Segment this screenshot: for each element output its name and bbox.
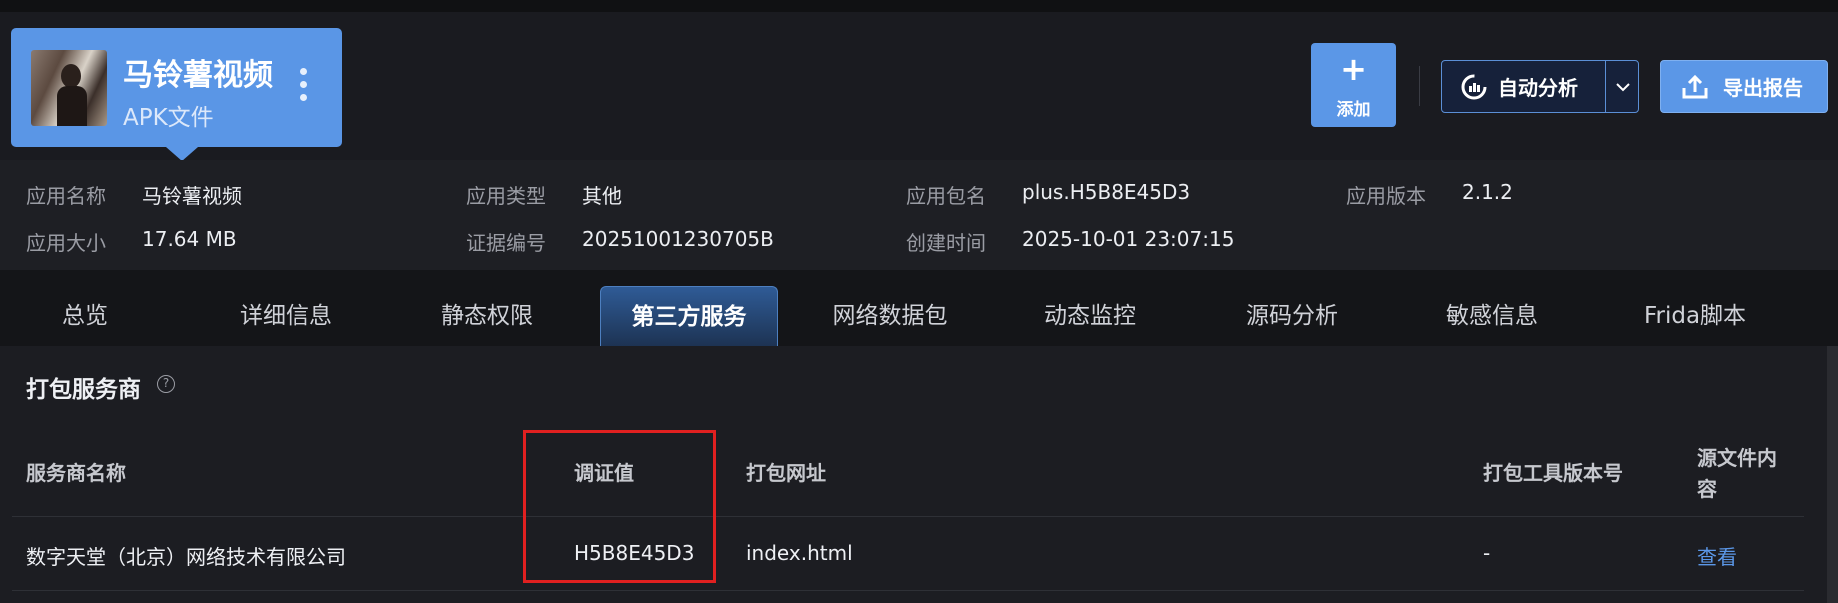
tab-overview[interactable]: 总览 (30, 286, 140, 346)
help-icon[interactable]: ? (157, 375, 175, 393)
app-name: 马铃薯视频 (123, 58, 273, 93)
analysis-icon (1461, 74, 1487, 99)
chevron-down-icon (1615, 82, 1630, 91)
auto-analyze-main[interactable]: 自动分析 (1442, 61, 1605, 112)
col-header-source-file-line2: 容 (1697, 477, 1717, 501)
cell-provider: 数字天堂（北京）网络技术有限公司 (26, 545, 346, 569)
info-key: 应用名称 (26, 184, 106, 208)
app-avatar (31, 50, 107, 126)
tab-sensitive-info[interactable]: 敏感信息 (1432, 286, 1552, 346)
tab-frida-script[interactable]: Frida脚本 (1630, 286, 1760, 346)
info-app-type: 应用类型 其他 (466, 180, 622, 209)
plus-icon: + (1340, 50, 1367, 88)
info-key: 证据编号 (466, 231, 546, 255)
more-options-icon[interactable] (298, 68, 310, 108)
add-button[interactable]: + 添加 (1311, 43, 1396, 127)
vertical-scrollbar[interactable] (1827, 346, 1838, 603)
export-report-label: 导出报告 (1723, 76, 1803, 100)
tab-third-party-services[interactable]: 第三方服务 (600, 286, 778, 346)
info-value: 其他 (582, 184, 622, 208)
cell-tool-version: - (1483, 541, 1491, 565)
col-header-source-file-line1: 源文件内 (1697, 446, 1777, 470)
upload-icon (1682, 74, 1708, 98)
info-key: 应用大小 (26, 231, 106, 255)
top-band (0, 0, 1838, 12)
info-key: 应用版本 (1346, 184, 1426, 208)
tab-static-permissions[interactable]: 静态权限 (427, 286, 547, 346)
table-header-divider (12, 516, 1804, 517)
auto-analyze-button[interactable]: 自动分析 (1441, 60, 1639, 113)
highlight-box (523, 430, 716, 583)
info-app-size: 应用大小 17.64 MB (26, 227, 237, 256)
col-header-package-url: 打包网址 (746, 461, 826, 485)
info-app-name: 应用名称 马铃薯视频 (26, 180, 242, 209)
info-value: 2.1.2 (1462, 180, 1513, 204)
view-source-link[interactable]: 查看 (1697, 541, 1737, 570)
info-key: 应用包名 (906, 184, 986, 208)
table-row-divider (12, 590, 1804, 591)
app-file-type: APK文件 (123, 105, 214, 131)
tab-network-packets[interactable]: 网络数据包 (820, 286, 960, 346)
info-package-name: 应用包名 plus.H5B8E45D3 (906, 180, 1190, 209)
tab-source-analysis[interactable]: 源码分析 (1232, 286, 1352, 346)
auto-analyze-dropdown[interactable] (1605, 61, 1639, 112)
col-header-tool-version: 打包工具版本号 (1483, 461, 1623, 485)
cell-package-url: index.html (746, 541, 853, 565)
info-value: plus.H5B8E45D3 (1022, 180, 1191, 204)
info-value: 17.64 MB (142, 227, 237, 251)
app-card[interactable]: 马铃薯视频 APK文件 (11, 28, 342, 161)
export-report-button[interactable]: 导出报告 (1660, 60, 1828, 113)
info-evidence-id: 证据编号 20251001230705B (466, 227, 774, 256)
info-key: 创建时间 (906, 231, 986, 255)
add-button-label: 添加 (1336, 100, 1371, 120)
info-created-time: 创建时间 2025-10-01 23:07:15 (906, 227, 1234, 256)
col-header-provider: 服务商名称 (26, 461, 126, 485)
auto-analyze-label: 自动分析 (1498, 76, 1578, 100)
tab-dynamic-monitor[interactable]: 动态监控 (1030, 286, 1150, 346)
tab-details[interactable]: 详细信息 (226, 286, 346, 346)
section-title: 打包服务商 (26, 377, 141, 403)
info-value: 20251001230705B (582, 227, 774, 251)
info-value: 2025-10-01 23:07:15 (1022, 227, 1235, 251)
info-app-version: 应用版本 2.1.2 (1346, 180, 1513, 209)
info-key: 应用类型 (466, 184, 546, 208)
toolbar-divider (1419, 66, 1420, 106)
info-value: 马铃薯视频 (142, 184, 242, 208)
